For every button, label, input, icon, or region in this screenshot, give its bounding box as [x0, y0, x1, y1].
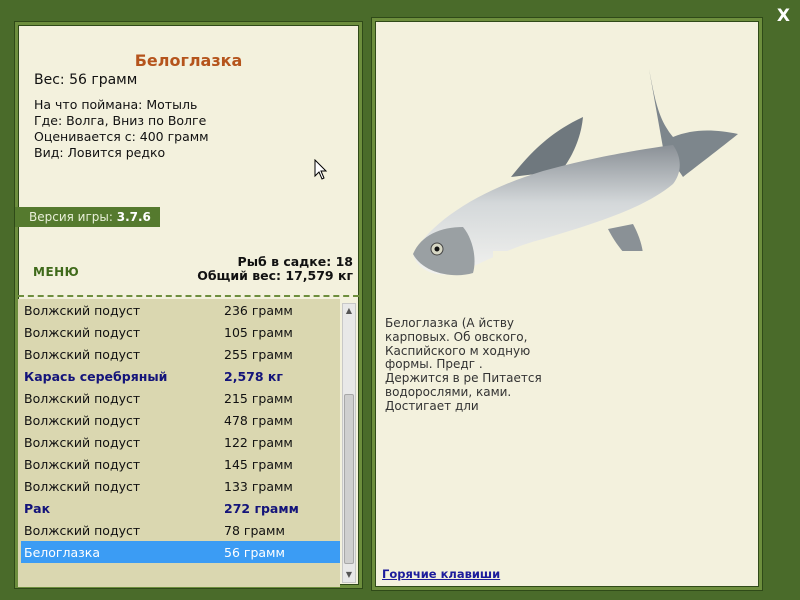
catch-fish-name: Карась серебряный [24, 368, 168, 384]
list-item[interactable]: Волжский подуст 133 грамм [18, 475, 340, 497]
scroll-up-icon[interactable]: ▲ [343, 304, 355, 318]
catch-list[interactable]: Волжский подуст 236 грамм Волжский подуст 1… [18, 299, 340, 587]
catch-fish-weight: 2,578 кг [224, 368, 283, 384]
description-line: Держится в ре Питается [385, 371, 542, 386]
list-item[interactable]: Волжский подуст 478 грамм [18, 409, 340, 431]
scroll-thumb[interactable] [344, 394, 354, 564]
fish-description-panel: Белоглазка (А йству карповых. Об овского,… [372, 18, 762, 590]
catch-fish-name: Волжский подуст [24, 478, 141, 494]
catch-fish-weight: 105 грамм [224, 324, 293, 340]
description-line: Достигает дли [385, 398, 479, 413]
scrollbar[interactable]: ▲ ▼ [342, 303, 356, 583]
version-label: Версия игры: [29, 210, 113, 224]
catch-fish-name: Белоглазка [24, 544, 100, 560]
fish-details: На что поймана: Мотыль Где: Волга, Вниз … [34, 97, 209, 161]
list-item[interactable]: Волжский подуст 145 грамм [18, 453, 340, 475]
description-line: Каспийского м ходную [385, 343, 531, 358]
menu-button[interactable]: МЕНЮ [33, 265, 79, 279]
fish-location: Где: Волга, Вниз по Волге [34, 113, 207, 128]
catch-fish-weight: 236 грамм [224, 302, 293, 318]
catch-fish-weight: 478 грамм [224, 412, 293, 428]
hotkeys-link[interactable]: Горячие клавиши [382, 567, 500, 581]
catch-fish-name: Волжский подуст [24, 324, 141, 340]
game-version-badge: Версия игры: 3.7.6 [15, 207, 160, 227]
catch-summary: Рыб в садке: 18 Общий вес: 17,579 кг [197, 255, 353, 283]
list-item[interactable]: Рак 272 грамм [18, 497, 340, 519]
catch-fish-weight: 145 грамм [224, 456, 293, 472]
catch-fish-weight: 56 грамм [224, 544, 285, 560]
fish-description: Белоглазка (А йству карповых. Об овского,… [385, 316, 745, 414]
list-item[interactable]: Белоглазка 56 грамм [21, 541, 340, 563]
version-number: 3.7.6 [116, 210, 151, 224]
list-item[interactable]: Волжский подуст 122 грамм [18, 431, 340, 453]
description-line: формы. Предг . [385, 357, 483, 372]
catch-fish-name: Волжский подуст [24, 434, 141, 450]
fish-kind: Вид: Ловится редко [34, 145, 166, 160]
fish-value: Оценивается с: 400 грамм [34, 129, 209, 144]
fish-image [393, 59, 738, 284]
fish-title: Белоглазка [134, 51, 243, 70]
list-item[interactable]: Волжский подуст 236 грамм [18, 299, 340, 321]
mouse-cursor-icon [314, 158, 328, 185]
list-item[interactable]: Волжский подуст 255 грамм [18, 343, 340, 365]
description-line: Белоглазка (А йству [385, 316, 515, 330]
cage-total-weight: Общий вес: 17,579 кг [197, 268, 353, 283]
fish-info-panel: Белоглазка Вес: 56 грамм На что поймана:… [15, 22, 362, 588]
catch-fish-name: Волжский подуст [24, 390, 141, 406]
close-button[interactable]: X [777, 6, 790, 26]
cage-count: Рыб в садке: 18 [237, 254, 353, 269]
description-line: карповых. Об овского, [385, 329, 528, 344]
list-item[interactable]: Волжский подуст 78 грамм [18, 519, 340, 541]
catch-fish-weight: 122 грамм [224, 434, 293, 450]
catch-fish-name: Волжский подуст [24, 302, 141, 318]
divider [18, 295, 359, 297]
catch-fish-weight: 78 грамм [224, 522, 285, 538]
list-item[interactable]: Волжский подуст 215 грамм [18, 387, 340, 409]
fish-bait: На что поймана: Мотыль [34, 97, 198, 112]
catch-fish-name: Волжский подуст [24, 522, 141, 538]
list-item[interactable]: Карась серебряный 2,578 кг [18, 365, 340, 387]
catch-fish-weight: 255 грамм [224, 346, 293, 362]
catch-fish-weight: 215 грамм [224, 390, 293, 406]
catch-fish-name: Рак [24, 500, 51, 516]
catch-fish-name: Волжский подуст [24, 412, 141, 428]
scroll-down-icon[interactable]: ▼ [343, 568, 355, 582]
catch-fish-name: Волжский подуст [24, 346, 141, 362]
catch-fish-name: Волжский подуст [24, 456, 141, 472]
fish-weight: Вес: 56 грамм [34, 72, 138, 88]
catch-fish-weight: 272 грамм [224, 500, 299, 516]
list-item[interactable]: Волжский подуст 105 грамм [18, 321, 340, 343]
catch-fish-weight: 133 грамм [224, 478, 293, 494]
description-line: водорослями, ками. [385, 384, 512, 399]
